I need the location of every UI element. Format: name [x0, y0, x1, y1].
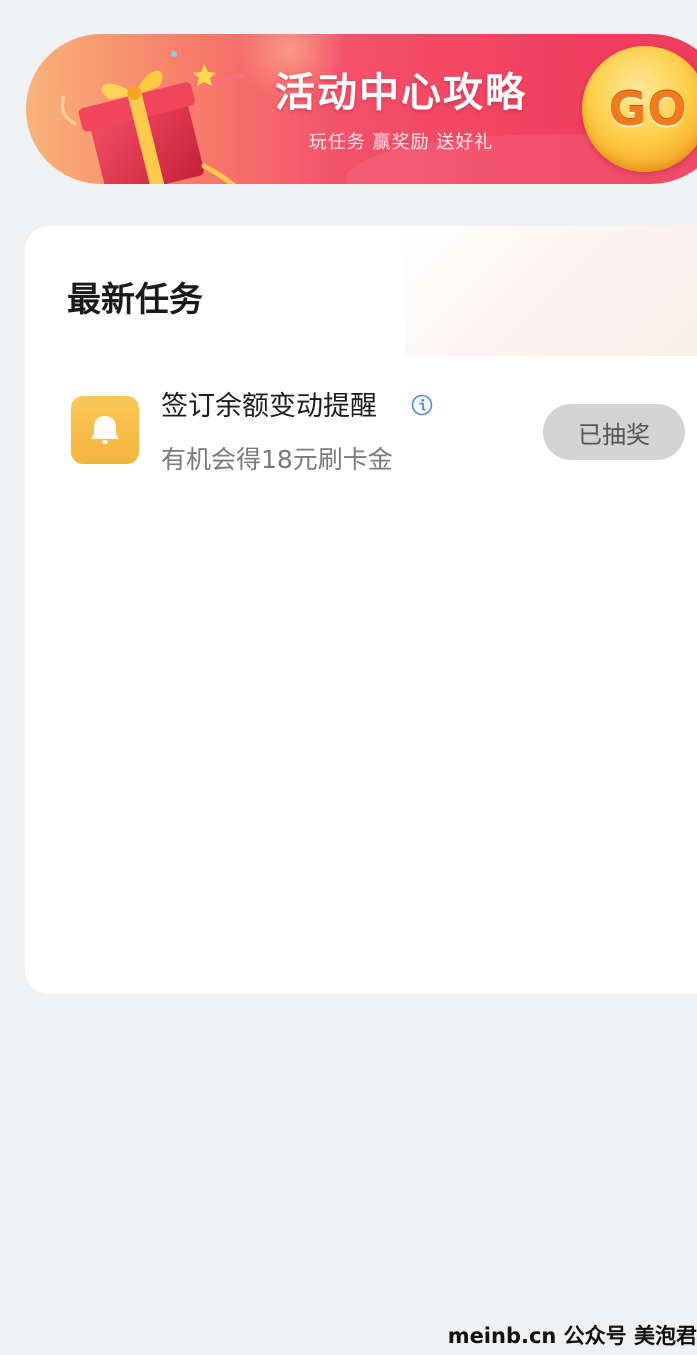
- banner-subtitle: 玩任务 赢奖励 送好礼: [308, 132, 494, 153]
- task-description: 有机会得18元刷卡金: [161, 445, 393, 474]
- banner-title: 活动中心攻略: [275, 70, 527, 116]
- task-name: 签订余额变动提醒: [161, 391, 377, 422]
- drawn-status-button[interactable]: 已抽奖: [543, 404, 685, 460]
- bell-icon: [71, 396, 139, 464]
- go-button-label: GO: [608, 82, 688, 136]
- task-item: 签订余额变动提醒 有机会得18元刷卡金 已抽奖: [25, 376, 697, 486]
- gift-box-icon: [61, 51, 245, 184]
- activity-center-banner[interactable]: 活动中心攻略 玩任务 赢奖励 送好礼 GO: [26, 34, 697, 184]
- drawn-status-label: 已抽奖: [578, 420, 650, 449]
- watermark-text: meinb.cn 公众号 美泡君: [447, 1324, 697, 1348]
- page: 活动中心攻略 玩任务 赢奖励 送好礼 GO 最新任务 签订余额变动提醒 有机会得…: [0, 0, 697, 1355]
- card-header-decoration: [405, 226, 697, 356]
- latest-tasks-card: 最新任务 签订余额变动提醒 有机会得18元刷卡金 已抽奖: [25, 226, 697, 994]
- section-title: 最新任务: [67, 280, 203, 320]
- go-button[interactable]: GO: [582, 46, 697, 172]
- info-icon[interactable]: [411, 394, 433, 416]
